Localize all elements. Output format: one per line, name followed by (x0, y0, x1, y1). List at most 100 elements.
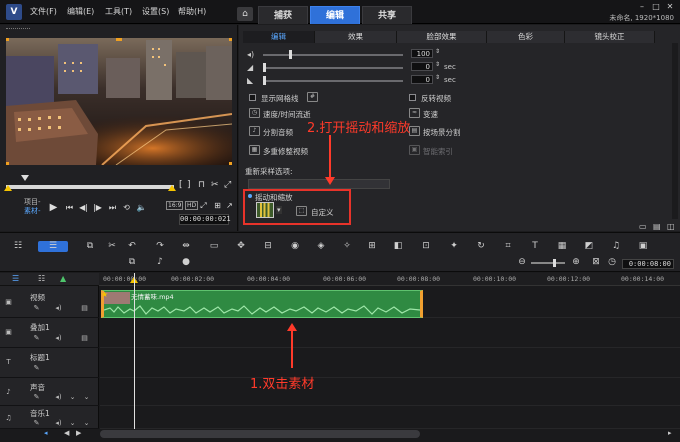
rotate-icon[interactable]: ↻ (475, 241, 487, 252)
tab-edit-options[interactable]: 编辑 (243, 31, 315, 43)
panel-layout-icon[interactable]: ▭ (639, 222, 647, 231)
zoom-slider[interactable] (531, 262, 565, 264)
volume-slider-thumb[interactable] (289, 50, 292, 59)
reverse-video-checkbox[interactable] (409, 94, 416, 101)
audio-mix-icon[interactable]: ♪ (154, 257, 166, 268)
aspect-ratio-button[interactable]: 16:9 (166, 201, 184, 210)
multicam-icon[interactable]: ⊞ (366, 241, 378, 252)
fade-in-input[interactable]: 0 (411, 62, 433, 71)
scrub-position-marker[interactable] (21, 175, 29, 181)
clock-icon[interactable]: ◷ (606, 257, 618, 268)
chevron-down-icon[interactable]: ⌄ (82, 393, 91, 401)
overlay-lane[interactable] (100, 318, 680, 348)
speaker-icon[interactable]: ◂) (54, 419, 63, 427)
home-icon[interactable]: ⌂ (237, 7, 253, 21)
preset-dropdown-icon[interactable]: ▾ (276, 206, 282, 214)
crop-handle[interactable] (116, 38, 122, 41)
enlarge-icon[interactable]: ⊞ (212, 200, 223, 211)
motion-icon[interactable]: ✧ (341, 241, 353, 252)
trim-icon[interactable]: ⊓ (198, 180, 205, 190)
zoom-in-icon[interactable]: ⊕ (570, 257, 582, 268)
menu-help[interactable]: 帮助(H) (178, 6, 206, 17)
music-lane[interactable] (100, 406, 680, 429)
menu-edit[interactable]: 编辑(E) (67, 6, 94, 17)
scroll-left-icon[interactable]: ◀ (64, 429, 69, 437)
undock-icon[interactable]: ↗ (224, 200, 235, 211)
pan-zoom-preset-thumbnail[interactable] (256, 202, 274, 218)
snap-icon[interactable]: ⊟ (262, 241, 274, 252)
tab-capture[interactable]: 捕获 (258, 6, 308, 24)
timeline-view-icon[interactable]: ☰ (38, 241, 68, 252)
crop-handle[interactable] (6, 38, 9, 41)
tab-color[interactable]: 色彩 (487, 31, 565, 43)
timeline-timecode[interactable]: 0:00:08:00 (622, 259, 674, 269)
spin-arrows-icon[interactable]: ⇕ (435, 74, 440, 81)
player-timecode[interactable]: 00:00:00:021 (179, 214, 231, 225)
tab-effect[interactable]: 效果 (315, 31, 397, 43)
playhead-line[interactable] (134, 273, 135, 429)
split-icon[interactable]: ✂ (211, 180, 219, 190)
variable-speed-icon[interactable]: ≈ (409, 108, 420, 118)
next-frame-icon[interactable]: |▶ (92, 202, 103, 213)
maximize-icon[interactable]: □ (650, 2, 662, 11)
close-icon[interactable]: ✕ (664, 2, 676, 11)
tab-face-effect[interactable]: 脸部效果 (397, 31, 487, 43)
hd-button[interactable]: HD (185, 201, 199, 210)
zoom-out-icon[interactable]: ⊖ (516, 257, 528, 268)
chevron-down-icon[interactable]: ⌄ (68, 393, 77, 401)
crop-handle[interactable] (6, 162, 9, 165)
speed-time-icon[interactable]: ◷ (249, 108, 260, 118)
spin-arrows-icon[interactable]: ⇕ (435, 61, 440, 68)
cut-icon[interactable]: ✂ (106, 241, 118, 252)
spin-arrows-icon[interactable]: ⇕ (435, 48, 440, 55)
minimize-icon[interactable]: – (636, 2, 648, 11)
end-icon[interactable]: ⏭ (107, 202, 118, 213)
mirror-icon[interactable]: ⤢ (224, 180, 231, 190)
pencil-icon[interactable]: ✎ (32, 334, 41, 342)
record-voice-icon[interactable]: ● (180, 257, 192, 268)
track-header-title[interactable]: T 标题1 ✎ (0, 348, 99, 378)
zoom-slider-thumb[interactable] (553, 259, 556, 267)
crop-handle[interactable] (229, 38, 232, 41)
volume-slider[interactable] (263, 54, 403, 56)
multi-trim-icon[interactable]: ▦ (249, 145, 260, 155)
move-icon[interactable]: ✥ (235, 241, 247, 252)
variable-speed-label[interactable]: 变速 (423, 109, 438, 120)
crop-handle[interactable] (229, 162, 232, 165)
tab-share[interactable]: 共享 (362, 6, 412, 24)
mark-out-marker[interactable] (168, 185, 176, 191)
track-header-video[interactable]: ▣ 视频 ✎ ◂) ▤ (0, 286, 99, 318)
panel-layout-icon[interactable]: ▤ (653, 222, 661, 231)
track-header-overlay[interactable]: ▣ 叠加1 ✎ ◂) ▤ (0, 318, 99, 348)
chapter-icon[interactable]: ☷ (38, 274, 45, 283)
panel-layout-icon[interactable]: ◫ (667, 222, 675, 231)
grid-settings-icon[interactable]: # (307, 92, 318, 102)
lock-icon[interactable]: ▤ (80, 304, 89, 312)
fade-in-slider-thumb[interactable] (263, 63, 266, 72)
image-icon[interactable]: ◩ (583, 241, 595, 252)
scrubber-bar[interactable] (6, 185, 174, 189)
track-header-music[interactable]: ♫ 音乐1 ✎ ◂) ⌄ ⌄ (0, 406, 99, 429)
gif-icon[interactable]: ▣ (637, 241, 649, 252)
grid-icon[interactable]: ▦ (556, 241, 568, 252)
ripple-edit-icon[interactable]: ▲ (60, 274, 66, 283)
pencil-icon[interactable]: ✎ (32, 419, 41, 427)
scroll-left-icon[interactable]: ◂ (44, 429, 48, 437)
timeline-scrollbar[interactable] (100, 430, 420, 438)
scroll-end-icon[interactable]: ▸ (668, 429, 672, 437)
redo-icon[interactable]: ↷ (154, 241, 166, 252)
custom-pan-zoom-icon[interactable]: ⬚ (296, 206, 307, 216)
lock-icon[interactable]: ▤ (80, 334, 89, 342)
multi-trim-label[interactable]: 多重修整视频 (263, 146, 308, 157)
speaker-icon[interactable]: ◂) (54, 393, 63, 401)
menu-settings[interactable]: 设置(S) (142, 6, 169, 17)
crop-icon[interactable]: ⌗ (502, 241, 514, 252)
play-icon[interactable]: ▶ (48, 202, 59, 213)
speaker-icon[interactable]: ◂) (54, 304, 63, 312)
mark-out-icon[interactable]: ] (187, 180, 191, 190)
repeat-icon[interactable]: ⟲ (121, 202, 132, 213)
scroll-right-icon[interactable]: ▶ (76, 429, 81, 437)
title-icon[interactable]: T (529, 241, 541, 252)
volume-icon[interactable]: 🔈 (136, 202, 147, 213)
options-scrollbar[interactable] (672, 43, 678, 219)
